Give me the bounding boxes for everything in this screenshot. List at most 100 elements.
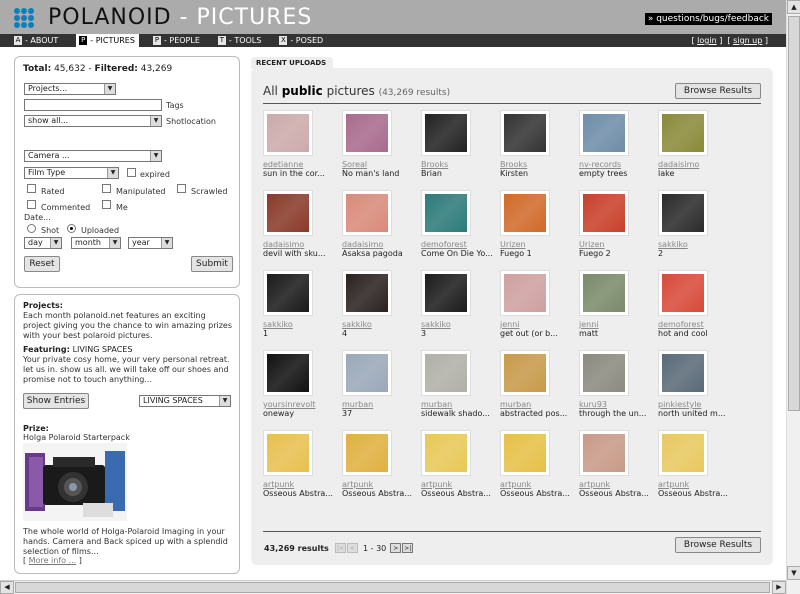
photo-user-link[interactable]: artpunk — [500, 480, 531, 489]
reset-button[interactable]: Reset — [24, 256, 60, 272]
photo-user-link[interactable]: murban — [342, 400, 373, 409]
nav-item-posed[interactable]: X- POSED — [279, 34, 327, 47]
photo-thumbnail[interactable] — [579, 270, 629, 316]
nav-item-about[interactable]: A- ABOUT — [14, 34, 62, 47]
photo-user-link[interactable]: sakkiko — [342, 320, 372, 329]
photo-thumbnail[interactable] — [500, 110, 550, 156]
photo-user-link[interactable]: dadaisimo — [658, 160, 699, 169]
me-checkbox[interactable] — [102, 200, 111, 209]
photo-user-link[interactable]: sakkiko — [658, 240, 688, 249]
submit-button[interactable]: Submit — [191, 256, 233, 272]
commented-checkbox[interactable] — [27, 200, 36, 209]
photo-user-link[interactable]: dadaisimo — [342, 240, 383, 249]
photo-user-link[interactable]: sakkiko — [263, 320, 293, 329]
photo-thumbnail[interactable] — [263, 110, 313, 156]
photo-thumbnail[interactable] — [579, 350, 629, 396]
photo-user-link[interactable]: nv-records — [579, 160, 621, 169]
show-select[interactable]: show all... ▼ — [24, 115, 162, 127]
feedback-link[interactable]: » questions/bugs/feedback — [644, 13, 772, 25]
shot-radio[interactable] — [27, 224, 36, 233]
photo-thumbnail[interactable] — [263, 350, 313, 396]
next-page-icon[interactable]: > — [390, 543, 402, 553]
photo-thumbnail[interactable] — [263, 190, 313, 236]
photo-user-link[interactable]: Urizen — [579, 240, 605, 249]
photo-thumbnail[interactable] — [500, 190, 550, 236]
horizontal-scrollbar[interactable]: ◀ ▶ — [0, 580, 786, 594]
nav-item-tools[interactable]: T- TOOLS — [217, 34, 265, 47]
photo-user-link[interactable]: jenni — [579, 320, 599, 329]
photo-thumbnail[interactable] — [579, 110, 629, 156]
month-select[interactable]: month ▼ — [71, 237, 121, 249]
photo-thumbnail[interactable] — [421, 110, 471, 156]
photo-thumbnail[interactable] — [342, 190, 392, 236]
manipulated-checkbox[interactable] — [102, 184, 111, 193]
login-link[interactable]: login — [697, 36, 717, 45]
uploaded-radio[interactable] — [67, 224, 76, 233]
photo-thumbnail[interactable] — [579, 430, 629, 476]
browse-results-button[interactable]: Browse Results — [675, 83, 761, 99]
scroll-left-icon[interactable]: ◀ — [0, 581, 14, 594]
photo-thumbnail[interactable] — [421, 270, 471, 316]
day-select[interactable]: day ▼ — [24, 237, 62, 249]
photo-thumbnail[interactable] — [421, 430, 471, 476]
photo-user-link[interactable]: Urizen — [500, 240, 526, 249]
first-page-icon[interactable]: |< — [335, 543, 346, 553]
photo-thumbnail[interactable] — [342, 350, 392, 396]
photo-thumbnail[interactable] — [263, 270, 313, 316]
photo-thumbnail[interactable] — [342, 430, 392, 476]
photo-user-link[interactable]: dadaisimo — [263, 240, 304, 249]
photo-user-link[interactable]: murban — [500, 400, 531, 409]
photo-user-link[interactable]: kuru93 — [579, 400, 607, 409]
project-select[interactable]: LIVING SPACES ▼ — [139, 395, 231, 407]
photo-user-link[interactable]: Soreal — [342, 160, 367, 169]
photo-thumbnail[interactable] — [342, 110, 392, 156]
more-info-link[interactable]: More info ... — [29, 556, 77, 565]
photo-user-link[interactable]: Brooks — [500, 160, 527, 169]
photo-user-link[interactable]: edetianne — [263, 160, 303, 169]
last-page-icon[interactable]: >| — [402, 543, 414, 553]
photo-user-link[interactable]: pinkiestyle — [658, 400, 701, 409]
photo-user-link[interactable]: demoforest — [658, 320, 704, 329]
site-title[interactable]: POLANOID - PICTURES — [48, 5, 312, 30]
scroll-thumb[interactable] — [788, 16, 800, 411]
hscroll-thumb[interactable] — [15, 582, 770, 593]
photo-thumbnail[interactable] — [658, 350, 708, 396]
photo-user-link[interactable]: artpunk — [342, 480, 373, 489]
photo-thumbnail[interactable] — [658, 430, 708, 476]
scroll-right-icon[interactable]: ▶ — [772, 581, 786, 594]
scroll-down-icon[interactable]: ▼ — [787, 566, 800, 580]
vertical-scrollbar[interactable]: ▲ ▼ — [786, 0, 800, 594]
browse-results-button-bottom[interactable]: Browse Results — [675, 537, 761, 553]
photo-user-link[interactable]: artpunk — [579, 480, 610, 489]
scroll-up-icon[interactable]: ▲ — [787, 0, 800, 14]
photo-thumbnail[interactable] — [500, 350, 550, 396]
filmtype-select[interactable]: Film Type ▼ — [24, 167, 119, 179]
photo-thumbnail[interactable] — [658, 110, 708, 156]
photo-user-link[interactable]: demoforest — [421, 240, 467, 249]
year-select[interactable]: year ▼ — [128, 237, 173, 249]
photo-user-link[interactable]: yoursinrevolt — [263, 400, 315, 409]
photo-thumbnail[interactable] — [658, 190, 708, 236]
photo-thumbnail[interactable] — [421, 350, 471, 396]
show-entries-button[interactable]: Show Entries — [23, 393, 89, 409]
photo-thumbnail[interactable] — [658, 270, 708, 316]
nav-item-people[interactable]: P- PEOPLE — [152, 34, 204, 47]
photo-thumbnail[interactable] — [500, 270, 550, 316]
prev-page-icon[interactable]: < — [347, 543, 358, 553]
signup-link[interactable]: sign up — [733, 36, 762, 45]
scrawled-checkbox[interactable] — [177, 184, 186, 193]
rated-checkbox[interactable] — [27, 184, 36, 193]
photo-thumbnail[interactable] — [500, 430, 550, 476]
photo-user-link[interactable]: Brooks — [421, 160, 448, 169]
photo-thumbnail[interactable] — [421, 190, 471, 236]
photo-user-link[interactable]: artpunk — [263, 480, 294, 489]
expired-checkbox[interactable] — [127, 168, 136, 177]
photo-user-link[interactable]: artpunk — [421, 480, 452, 489]
nav-item-pictures[interactable]: P- PICTURES — [76, 34, 139, 47]
camera-select[interactable]: Camera ... ▼ — [24, 150, 162, 162]
tags-input[interactable] — [24, 99, 162, 111]
photo-thumbnail[interactable] — [579, 190, 629, 236]
photo-thumbnail[interactable] — [342, 270, 392, 316]
photo-user-link[interactable]: sakkiko — [421, 320, 451, 329]
photo-thumbnail[interactable] — [263, 430, 313, 476]
